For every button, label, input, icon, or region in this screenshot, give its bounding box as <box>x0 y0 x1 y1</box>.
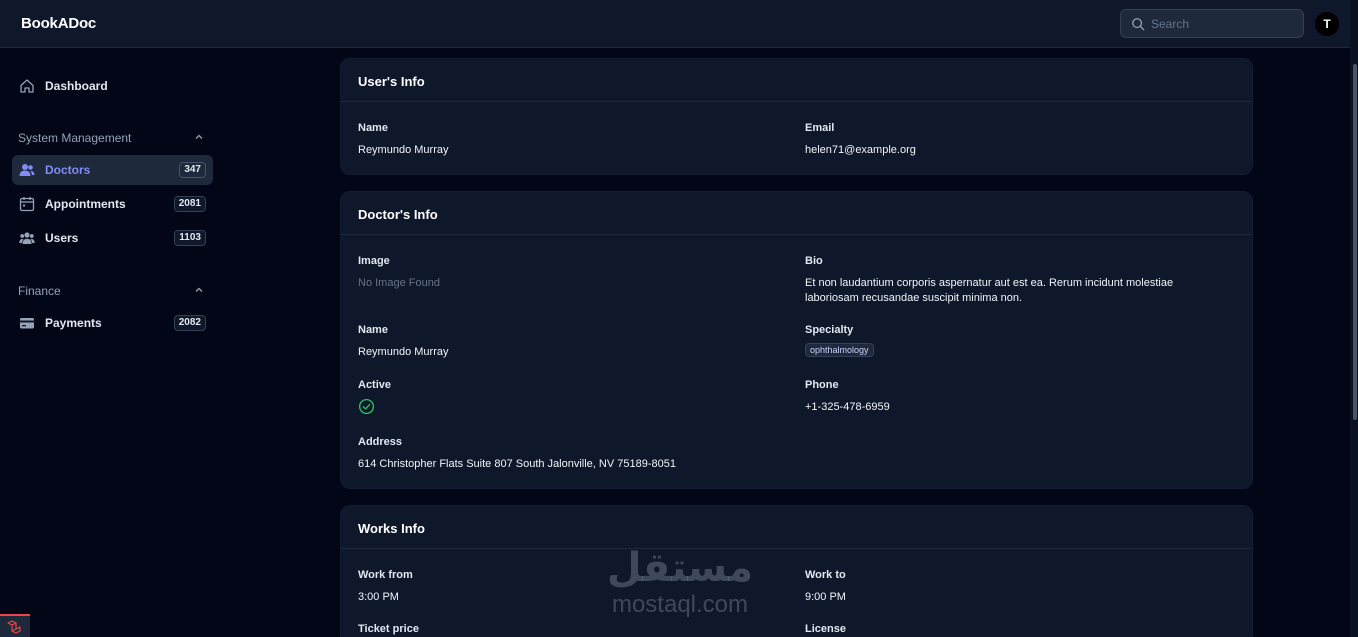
users-info-card: User's Info Name Reymundo Murray Email h… <box>340 58 1253 175</box>
watermark-arabic: مستقل <box>606 545 754 591</box>
field-label: Name <box>358 324 388 336</box>
sidebar-item-label: Appointments <box>45 197 126 211</box>
address-value: 614 Christopher Flats Suite 807 South Ja… <box>358 458 676 470</box>
doctors-icon <box>19 164 35 176</box>
user-avatar[interactable]: T <box>1315 12 1339 36</box>
work-from-field: Work from 3:00 PM <box>358 569 413 605</box>
field-label: Work to <box>805 569 846 581</box>
sidebar-item-doctors[interactable]: Doctors 347 <box>12 155 213 185</box>
user-name-value: Reymundo Murray <box>358 144 449 156</box>
watermark-latin: mostaql.com <box>611 591 749 618</box>
user-name-field: Name Reymundo Murray <box>358 122 448 158</box>
field-label: Bio <box>805 255 823 267</box>
bio-text: Et non laudantium corporis aspernatur au… <box>805 277 1174 304</box>
card-header: User's Info <box>341 59 1252 102</box>
count-badge: 1103 <box>174 230 206 246</box>
user-email-field: Email helen71@example.org <box>805 122 916 158</box>
doctor-name-field: Name Reymundo Murray <box>358 324 448 360</box>
laravel-icon <box>7 620 21 634</box>
field-label: Image <box>358 255 390 267</box>
field-label: Phone <box>805 379 839 391</box>
work-from-value: 3:00 PM <box>358 591 399 603</box>
doctors-info-card: Doctor's Info Image No Image Found Bio E… <box>340 191 1253 489</box>
field-label: Active <box>358 379 392 391</box>
card-title: Doctor's Info <box>358 207 438 222</box>
card-title: Works Info <box>358 521 425 536</box>
field-label: Work from <box>358 569 413 581</box>
watermark: مستقل mostaql.com <box>590 545 770 625</box>
users-icon <box>19 232 35 244</box>
specialty-tag: ophthalmology <box>805 343 874 357</box>
doctor-address-field: Address 614 Christopher Flats Suite 807 … <box>358 436 676 472</box>
top-bar: BookADoc T <box>0 0 1350 48</box>
work-to-value: 9:00 PM <box>805 591 846 603</box>
count-badge: 347 <box>179 162 206 178</box>
field-label: License <box>805 623 846 635</box>
doctor-bio-field: Bio Et non laudantium corporis aspernatu… <box>805 255 1205 306</box>
brand-logo[interactable]: BookADoc <box>21 15 96 32</box>
sidebar-item-appointments[interactable]: Appointments 2081 <box>12 189 213 219</box>
group-label: Finance <box>18 284 61 298</box>
card-header: Doctor's Info <box>341 192 1252 235</box>
credit-card-icon <box>20 318 34 329</box>
sidebar-item-dashboard[interactable]: Dashboard <box>12 71 213 101</box>
work-to-field: Work to 9:00 PM <box>805 569 846 605</box>
calendar-icon <box>19 197 35 212</box>
group-system-management[interactable]: System Management <box>18 129 208 145</box>
debugbar-toggle[interactable] <box>0 614 30 637</box>
doctor-name-value: Reymundo Murray <box>358 346 449 358</box>
user-email-value: helen71@example.org <box>805 144 916 156</box>
search-input[interactable] <box>1151 15 1299 33</box>
sidebar-item-label: Payments <box>45 316 102 330</box>
search-box[interactable] <box>1120 9 1304 38</box>
scrollbar-thumb[interactable] <box>1353 64 1357 420</box>
group-label: System Management <box>18 131 132 145</box>
field-label: Email <box>805 122 835 134</box>
home-icon <box>20 79 34 93</box>
group-finance[interactable]: Finance <box>18 282 208 298</box>
doctor-specialty-field: Specialty ophthalmology <box>805 324 874 358</box>
count-badge: 2082 <box>173 315 206 331</box>
ticket-price-field: Ticket price <box>358 623 419 635</box>
license-field: License <box>805 623 846 635</box>
sidebar-item-users[interactable]: Users 1103 <box>12 223 213 253</box>
sidebar-item-label: Users <box>45 231 79 245</box>
doctor-active-field: Active <box>358 379 391 415</box>
field-label: Specialty <box>805 324 854 336</box>
card-header: Works Info <box>341 506 1252 549</box>
field-label: Address <box>358 436 403 448</box>
sidebar-item-label: Dashboard <box>45 79 108 93</box>
search-icon <box>1132 18 1145 31</box>
card-title: User's Info <box>358 74 425 89</box>
field-label: Name <box>358 122 388 134</box>
chevron-up-icon[interactable] <box>194 285 204 295</box>
sidebar: Dashboard System Management Doctors 347 … <box>0 48 225 637</box>
sidebar-item-label: Doctors <box>45 163 91 177</box>
works-info-card: Works Info Work from 3:00 PM Work to 9:0… <box>340 505 1253 637</box>
no-image-text: No Image Found <box>358 277 440 289</box>
field-label: Ticket price <box>358 623 419 635</box>
chevron-up-icon[interactable] <box>194 132 204 142</box>
sidebar-item-payments[interactable]: Payments 2082 <box>12 308 213 338</box>
check-circle-icon <box>358 398 375 415</box>
doctor-image-field: Image No Image Found <box>358 255 440 291</box>
count-badge: 2081 <box>173 196 206 212</box>
phone-value: +1-325-478-6959 <box>805 401 890 413</box>
doctor-phone-field: Phone +1-325-478-6959 <box>805 379 890 415</box>
